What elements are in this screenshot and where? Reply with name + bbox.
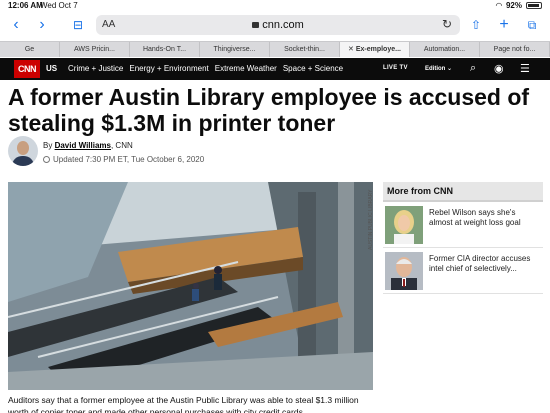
account-icon[interactable]: ◉ [494,62,504,75]
forward-icon[interactable]: › [32,16,52,34]
battery-icon [526,2,542,9]
author-avatar[interactable] [8,136,38,166]
photo-credit: AUSTIN PUBLIC LIBRARY [368,189,374,250]
nav-links: Crime + Justice Energy + Environment Ext… [68,64,343,73]
byline-prefix: By [43,141,53,150]
byline: By David Williams, CNN [43,141,133,150]
browser-toolbar: ‹ › ⊟ AA cnn.com ↻ ⇧ + ⧉ [0,12,550,38]
edition-label[interactable]: US [46,64,57,73]
search-icon[interactable]: ⌕ [470,62,476,75]
tab-3[interactable]: Thingiverse... [200,42,270,57]
tab-1[interactable]: AWS Pricin... [60,42,130,57]
cnn-logo[interactable]: CNN [14,60,40,78]
nav-link-space-science[interactable]: Space + Science [283,64,343,73]
story-headline[interactable]: Rebel Wilson says she's almost at weight… [429,208,539,228]
url-host[interactable]: cnn.com [96,19,460,31]
article-photo[interactable] [8,182,373,390]
tab-6[interactable]: Automation... [410,42,480,57]
story-thumbnail [385,206,423,244]
story-thumbnail [385,252,423,290]
back-icon[interactable]: ‹ [6,16,26,34]
nav-link-crime-justice[interactable]: Crime + Justice [68,64,123,73]
edition-select-label: Edition [425,66,446,72]
tab-strip: Ge AWS Pricin... Hands-On T... Thingiver… [0,41,550,57]
share-icon[interactable]: ⇧ [466,16,486,34]
wifi-icon: ◠ [495,1,502,10]
tab-4[interactable]: Socket-thin... [270,42,340,57]
edition-select[interactable]: Edition ⌄ [425,65,452,72]
updated-timestamp: Updated 7:30 PM ET, Tue October 6, 2020 [43,155,204,164]
sidebar-story[interactable]: Former CIA director accuses intel chief … [383,248,543,294]
live-tv-link[interactable]: LIVE TV [383,65,408,71]
clock-icon [43,156,50,163]
article-headline: A former Austin Library employee is accu… [8,84,530,136]
library-atrium-image [8,182,373,390]
menu-icon[interactable]: ☰ [520,62,530,75]
bookmarks-icon[interactable]: ⊟ [68,16,88,34]
byline-outlet: , CNN [110,141,133,150]
chevron-down-icon: ⌄ [447,66,453,72]
author-link[interactable]: David Williams [55,141,111,150]
sidebar-story[interactable]: Rebel Wilson says she's almost at weight… [383,202,543,248]
sidebar-title: More from CNN [383,182,543,202]
nav-link-extreme-weather[interactable]: Extreme Weather [215,64,277,73]
status-bar: 12:06 AM Wed Oct 7 ◠ 92% [0,0,550,12]
new-tab-icon[interactable]: + [494,16,514,34]
tab-2[interactable]: Hands-On T... [130,42,200,57]
tab-5-active[interactable]: ✕ Ex-employe... [340,42,410,57]
tabs-overview-icon[interactable]: ⧉ [522,16,542,34]
status-right: ◠ 92% [496,1,542,10]
host-text: cnn.com [262,19,304,31]
lock-icon [252,22,260,28]
nav-link-energy-environment[interactable]: Energy + Environment [129,64,208,73]
tab-0[interactable]: Ge [0,42,60,57]
updated-text: Updated 7:30 PM ET, Tue October 6, 2020 [53,155,205,164]
address-bar[interactable]: AA cnn.com ↻ [96,15,460,35]
tab-5-label: Ex-employe... [355,46,401,53]
status-time: 12:06 AM [8,1,43,10]
story-headline[interactable]: Former CIA director accuses intel chief … [429,254,539,274]
status-date: Wed Oct 7 [40,1,78,10]
more-from-cnn: More from CNN Rebel Wilson says she's al… [383,182,543,294]
article-body: Auditors say that a former employee at t… [8,395,359,413]
tab-7[interactable]: Page not fo... [480,42,550,57]
cnn-nav-bar: CNN US Crime + Justice Energy + Environm… [0,58,550,80]
battery-percent: 92% [505,1,522,10]
reload-icon[interactable]: ↻ [442,17,452,31]
close-tab-icon[interactable]: ✕ [348,46,356,53]
